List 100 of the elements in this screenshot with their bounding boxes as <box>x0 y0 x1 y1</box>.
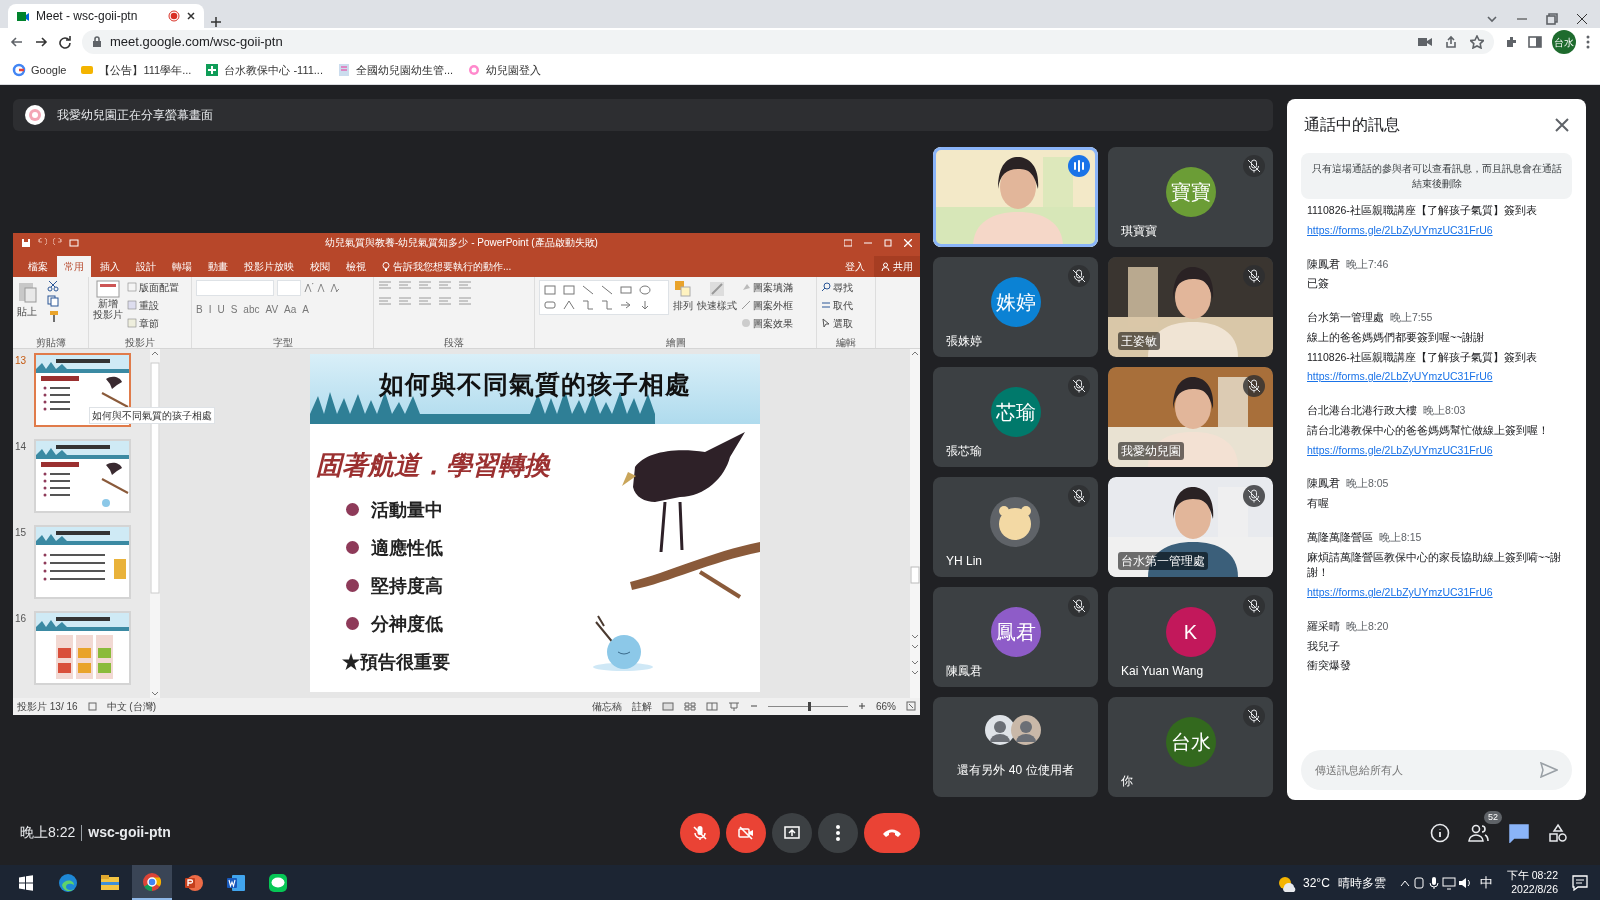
shrink-font-icon[interactable] <box>317 282 327 293</box>
chevron-up-icon[interactable] <box>1399 878 1410 887</box>
font-style-button[interactable]: A <box>302 301 309 317</box>
present-icon[interactable] <box>69 237 79 248</box>
zoom-slider-thumb[interactable] <box>808 701 811 711</box>
start-icon[interactable] <box>18 874 34 891</box>
share-button[interactable]: 共用 <box>874 255 920 277</box>
notes-button[interactable]: 備忘稿 <box>592 698 622 714</box>
new-slide-button[interactable]: 新增 投影片 <box>93 279 123 320</box>
shape-icon[interactable] <box>543 298 559 311</box>
share-icon[interactable] <box>1444 35 1458 49</box>
input-method-text[interactable]: 中 <box>1479 872 1493 893</box>
ribbon-tab[interactable]: 檢視 <box>339 255 373 277</box>
close-icon[interactable] <box>1576 13 1588 25</box>
bookmark[interactable]: 【公告】111學年... <box>80 61 192 79</box>
profile-avatar[interactable]: 台水 <box>1552 30 1576 54</box>
chat-icon[interactable] <box>1508 822 1530 843</box>
tab-search-icon[interactable] <box>1486 13 1498 25</box>
section-button[interactable]: 章節 <box>127 315 179 331</box>
bookmark[interactable]: 台水教保中心 -111... <box>205 61 323 79</box>
zoom-in-icon[interactable] <box>858 702 866 710</box>
normal-view-icon[interactable] <box>662 701 674 711</box>
star-icon[interactable] <box>1470 35 1484 49</box>
camera-icon[interactable] <box>1418 37 1432 47</box>
slide-thumbnail[interactable] <box>34 610 131 685</box>
save-icon[interactable] <box>21 237 31 248</box>
restore-icon[interactable] <box>1546 13 1558 25</box>
edge-icon[interactable] <box>58 872 78 893</box>
network-icon[interactable] <box>1441 875 1456 890</box>
zoom-level[interactable]: 66% <box>876 698 896 714</box>
message-link[interactable]: https://forms.gle/2LbZyUYmzUC31FrU6 <box>1307 586 1493 598</box>
camera-button[interactable] <box>726 812 767 853</box>
volume-icon[interactable] <box>1457 875 1472 890</box>
font-style-button[interactable]: AV <box>265 301 279 317</box>
bookmark[interactable]: 全國幼兒園幼生管... <box>337 61 454 79</box>
send-icon[interactable] <box>1540 762 1558 778</box>
clear-format-icon[interactable] <box>330 282 340 293</box>
reload-icon[interactable] <box>58 35 72 49</box>
message-link[interactable]: https://forms.gle/2LbZyUYmzUC31FrU6 <box>1307 223 1493 236</box>
chat-app-icon[interactable] <box>268 872 288 893</box>
back-icon[interactable] <box>10 35 24 49</box>
browser-tab[interactable]: Meet - wsc-goii-ptn <box>8 4 204 28</box>
clock[interactable]: 下午 08:22 2022/8/26 <box>1500 869 1564 896</box>
ribbon-tab[interactable]: 插入 <box>93 255 127 277</box>
address-bar[interactable]: meet.google.com/wsc-goii-ptn <box>82 30 1494 54</box>
bookmark[interactable]: Google <box>12 61 67 79</box>
font-style-button[interactable]: abc <box>243 301 260 317</box>
comments-button[interactable]: 註解 <box>632 698 652 714</box>
forward-icon[interactable] <box>34 35 48 49</box>
shape-icon[interactable] <box>638 283 654 296</box>
spell-check-icon[interactable] <box>87 701 97 711</box>
ribbon-tab[interactable]: 動畫 <box>201 255 235 277</box>
font-name-field[interactable] <box>196 279 274 296</box>
quick-styles-button[interactable]: 快速樣式 <box>697 279 737 313</box>
cut-icon[interactable] <box>47 279 59 292</box>
ribbon-tab[interactable]: 轉場 <box>165 255 199 277</box>
redo-icon[interactable] <box>53 237 63 248</box>
font-style-button[interactable]: U <box>217 301 225 317</box>
slide-thumbnail[interactable] <box>34 438 131 513</box>
font-style-button[interactable]: B <box>196 301 203 317</box>
shape-outline-button[interactable]: 圖案外框 <box>741 297 793 313</box>
document-icon[interactable] <box>226 872 246 893</box>
reset-button[interactable]: 重設 <box>127 297 179 313</box>
message-link[interactable]: https://forms.gle/2LbZyUYmzUC31FrU6 <box>1307 443 1493 456</box>
leave-call-button[interactable] <box>864 812 921 853</box>
device-icon[interactable] <box>1411 875 1426 890</box>
tell-me-box[interactable]: 告訴我您想要執行的動作... <box>375 255 519 277</box>
ribbon-tab[interactable]: 校閱 <box>303 255 337 277</box>
ribbon-tab[interactable]: 設計 <box>129 255 163 277</box>
fit-slide-icon[interactable] <box>906 701 916 711</box>
slide-thumbnail[interactable] <box>34 352 131 427</box>
zoom-out-icon[interactable] <box>750 702 758 710</box>
microphone-button[interactable] <box>680 812 721 853</box>
sign-in-link[interactable]: 登入 <box>838 255 872 277</box>
font-size-field[interactable] <box>277 279 301 296</box>
folder-icon[interactable] <box>100 872 120 893</box>
shape-fill-button[interactable]: 圖案填滿 <box>741 279 793 295</box>
slideshow-icon[interactable] <box>728 701 740 711</box>
font-style-button[interactable]: I <box>208 301 212 317</box>
select-button[interactable]: 選取 <box>821 315 853 331</box>
paste-button[interactable]: 貼上 <box>17 279 37 319</box>
people-icon[interactable] <box>1468 822 1490 843</box>
side-panel-icon[interactable] <box>1528 35 1542 49</box>
notification-icon[interactable] <box>1572 874 1588 891</box>
activities-icon[interactable] <box>1548 822 1568 843</box>
font-style-button[interactable]: S <box>230 301 238 317</box>
bookmark[interactable]: 幼兒園登入 <box>467 61 542 79</box>
format-painter-icon[interactable] <box>47 309 59 322</box>
ribbon-display-icon[interactable] <box>844 238 852 247</box>
shape-effects-button[interactable]: 圖案效果 <box>741 315 793 331</box>
sorter-view-icon[interactable] <box>684 701 696 711</box>
grow-font-icon[interactable] <box>304 282 314 293</box>
presentation-icon[interactable] <box>184 872 204 893</box>
copy-icon[interactable] <box>47 294 59 307</box>
ribbon-tab[interactable]: 檔案 <box>21 255 55 277</box>
ribbon-tab[interactable]: 投影片放映 <box>237 255 301 277</box>
undo-icon[interactable] <box>37 237 47 248</box>
font-style-button[interactable]: Aa <box>284 301 297 317</box>
restore-icon[interactable] <box>884 238 892 247</box>
menu-icon[interactable] <box>1586 35 1590 49</box>
